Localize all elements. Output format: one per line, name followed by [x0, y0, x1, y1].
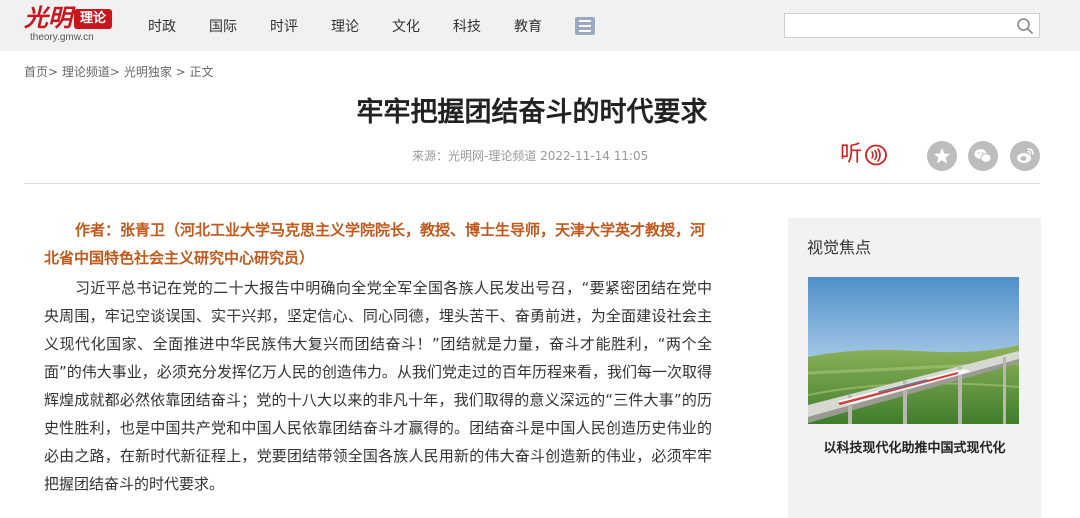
article-meta: 来源：光明网-理论频道 2022-11-14 11:05 — [412, 149, 649, 163]
article-title: 牢牢把握团结奋斗的时代要求 — [356, 97, 708, 128]
logo-badge: 理论 — [74, 9, 112, 29]
weibo-share-button[interactable] — [1010, 141, 1040, 171]
sidebar-caption-link[interactable]: 以科技现代化助推中国式现代化 — [807, 440, 1022, 458]
favorite-icon — [933, 148, 951, 164]
article-paragraph: 习近平总书记在党的二十大报告中明确向全党全军全国各族人民发出号召，“要紧密团结在… — [44, 279, 712, 493]
nav-item-theory[interactable]: 理论 — [331, 16, 359, 36]
nav-item-commentary[interactable]: 时评 — [270, 16, 298, 36]
main-nav: 时政 国际 时评 理论 文化 科技 教育 — [148, 0, 595, 51]
search-box — [784, 13, 1040, 38]
sound-wave-icon — [865, 144, 887, 166]
nav-item-international[interactable]: 国际 — [209, 16, 237, 36]
listen-button[interactable]: 听 — [840, 139, 890, 171]
high-speed-train-photo — [808, 277, 1019, 424]
nav-item-culture[interactable]: 文化 — [392, 16, 420, 36]
wechat-share-button[interactable] — [968, 141, 998, 171]
breadcrumb-separator: > — [109, 65, 120, 79]
nav-item-technology[interactable]: 科技 — [453, 16, 481, 36]
menu-icon[interactable] — [575, 16, 595, 35]
listen-label: 听 — [840, 142, 863, 167]
search-icon[interactable] — [1016, 17, 1034, 35]
nav-item-politics[interactable]: 时政 — [148, 16, 176, 36]
logo-script: 光明 — [24, 3, 72, 32]
header-divider — [24, 183, 1040, 184]
nav-item-education[interactable]: 教育 — [514, 16, 542, 36]
sidebar-title: 视觉焦点 — [807, 238, 872, 257]
wechat-icon — [974, 149, 992, 163]
breadcrumb-channel[interactable]: 理论频道 — [62, 65, 110, 79]
article-body: 作者：张青卫（河北工业大学马克思主义学院院长，教授、博士生导师，天津大学英才教授… — [44, 216, 712, 498]
weibo-icon — [1017, 148, 1034, 163]
article-author: 作者：张青卫（河北工业大学马克思主义学院院长，教授、博士生导师，天津大学英才教授… — [44, 221, 706, 267]
breadcrumb-home[interactable]: 首页 — [24, 65, 48, 79]
logo-domain: theory.gmw.cn — [30, 32, 94, 43]
search-input[interactable] — [785, 14, 1010, 37]
breadcrumb-separator: > — [175, 65, 186, 79]
favorite-button[interactable] — [927, 141, 957, 171]
breadcrumb-section[interactable]: 光明独家 — [124, 65, 172, 79]
breadcrumb-current: 正文 — [189, 65, 214, 79]
sidebar-feature-image[interactable] — [808, 277, 1019, 424]
top-nav-bar: 光明 理论 theory.gmw.cn 时政 国际 时评 理论 文化 科技 教育 — [0, 0, 1080, 51]
visual-focus-panel: 视觉焦点 以科技现代化助推中国式现代化 — [788, 218, 1041, 518]
site-logo[interactable]: 光明 理论 theory.gmw.cn — [24, 4, 114, 46]
breadcrumb-separator: > — [48, 65, 59, 79]
breadcrumb: 首页> 理论频道> 光明独家 > 正文 — [24, 64, 214, 80]
